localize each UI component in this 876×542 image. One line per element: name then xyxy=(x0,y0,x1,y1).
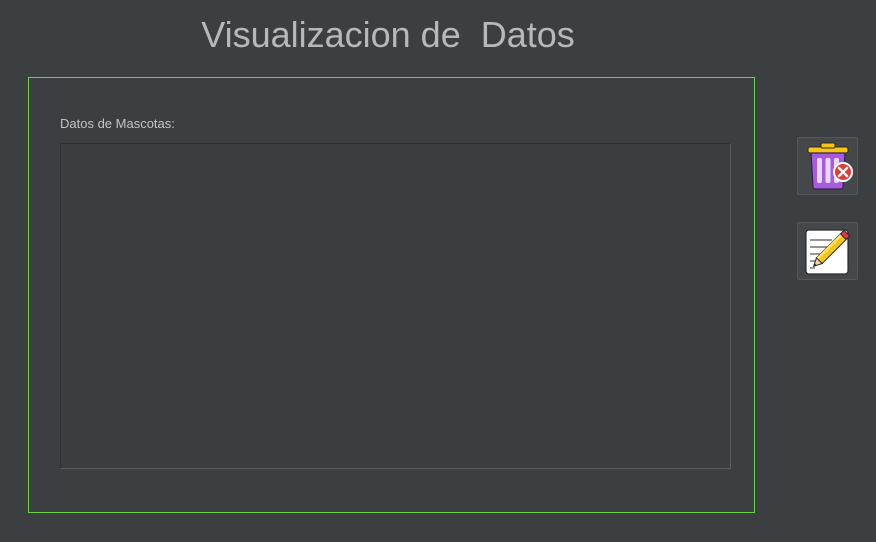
trash-delete-icon xyxy=(807,142,853,190)
edit-notepad-pencil-icon xyxy=(804,229,850,275)
edit-button[interactable] xyxy=(797,222,858,280)
delete-button[interactable] xyxy=(797,137,858,195)
pet-data-panel: Datos de Mascotas: xyxy=(28,77,755,513)
pet-data-textarea[interactable] xyxy=(60,143,731,469)
page-title: Visualizacion de Datos xyxy=(201,14,575,55)
pet-data-label: Datos de Mascotas: xyxy=(60,116,175,131)
